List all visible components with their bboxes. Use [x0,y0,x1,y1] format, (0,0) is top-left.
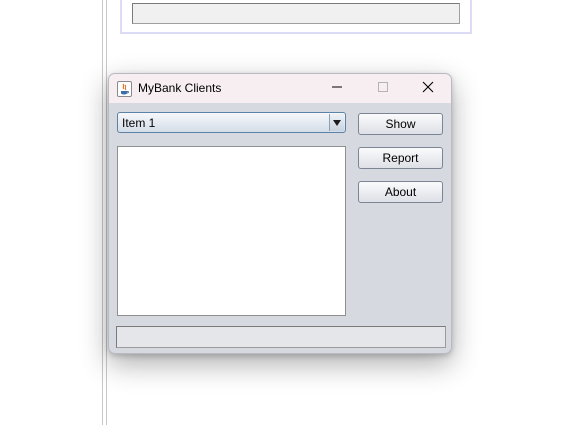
close-button[interactable] [405,74,451,103]
java-icon [117,81,132,97]
client-list[interactable] [117,146,346,316]
status-bar [116,326,446,348]
minimize-icon [331,81,343,96]
maximize-button[interactable] [360,74,406,103]
background-divider [102,0,103,425]
chevron-down-icon[interactable] [329,114,344,131]
background-divider [106,0,107,425]
background-text-field [132,3,460,24]
close-icon [422,81,434,96]
show-button[interactable]: Show [358,113,443,135]
maximize-icon [377,81,389,96]
title-bar[interactable]: MyBank Clients [109,74,451,103]
window-content: Item 1 Show Report About [109,103,451,353]
mybank-clients-window: MyBank Clients Item 1 Show Report About [108,73,452,354]
combo-selected-value: Item 1 [122,116,156,130]
report-button[interactable]: Report [358,147,443,169]
about-button[interactable]: About [358,181,443,203]
minimize-button[interactable] [314,74,360,103]
background-window [120,0,472,34]
client-combo-box[interactable]: Item 1 [117,112,346,133]
window-title: MyBank Clients [138,81,222,95]
